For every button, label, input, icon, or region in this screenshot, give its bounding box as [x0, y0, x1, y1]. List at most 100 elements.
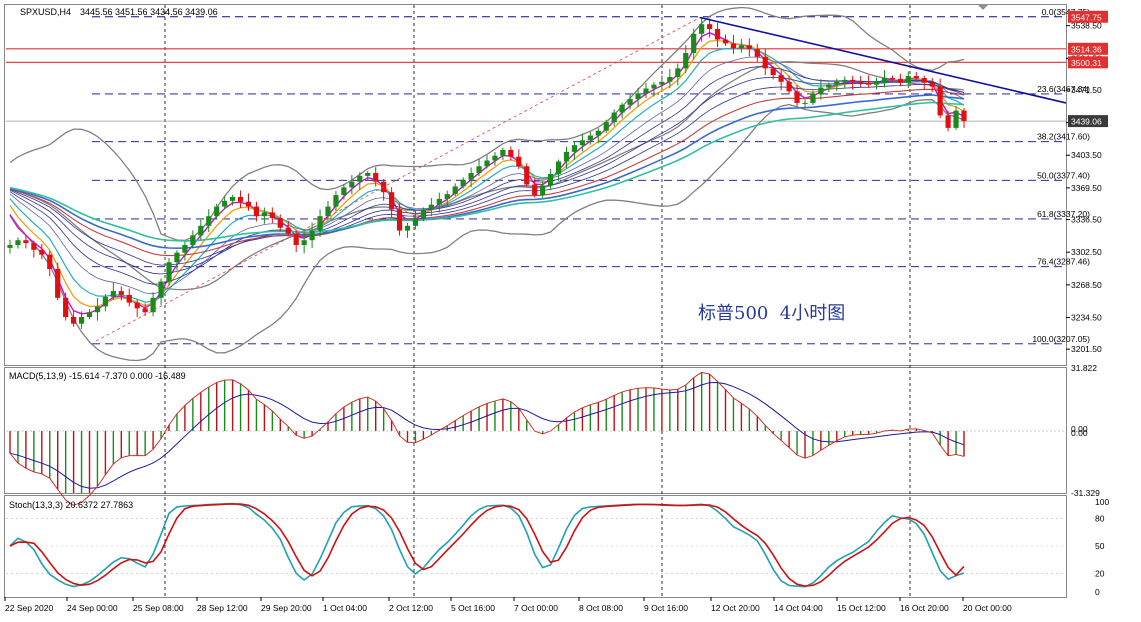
- candle-body: [889, 77, 896, 79]
- candle-body: [897, 78, 903, 83]
- stoch-tick-label: 50: [1095, 541, 1105, 551]
- candle-body: [524, 166, 530, 185]
- candle-body: [444, 194, 450, 199]
- candle-body: [873, 81, 880, 85]
- candle-body: [913, 76, 919, 78]
- candle-body: [78, 317, 85, 324]
- fib-label: 100.0(3207.05): [1032, 334, 1090, 344]
- candle-body: [301, 240, 307, 245]
- candle-body: [619, 104, 625, 113]
- time-tick-label: 12 Oct 20:00: [711, 603, 760, 613]
- candle-body: [500, 149, 506, 156]
- candle-body: [802, 102, 808, 104]
- candle-body: [325, 206, 331, 217]
- symbol-label: SPXUSD,H4: [20, 7, 71, 17]
- candle-body: [762, 56, 768, 69]
- price-tick-label: 3302.50: [1071, 247, 1102, 257]
- candle-body: [436, 198, 442, 205]
- candle-body: [253, 206, 260, 217]
- candle-body: [587, 135, 593, 141]
- candle-body: [373, 173, 379, 182]
- resistance-2-tag: 3500.31: [1071, 58, 1102, 68]
- time-tick-label: 16 Oct 20:00: [900, 603, 949, 613]
- candle-body: [516, 156, 522, 167]
- candle-body: [277, 218, 283, 228]
- candle-body: [563, 151, 570, 162]
- candle-body: [222, 200, 228, 207]
- candle-body: [412, 218, 419, 226]
- candle-body: [63, 297, 69, 317]
- candle-body: [770, 68, 776, 76]
- price-tick-label: 3234.50: [1071, 312, 1102, 322]
- candle-body: [611, 112, 617, 123]
- candle-body: [778, 75, 784, 82]
- candle-body: [460, 179, 466, 187]
- macd-tick-label: 0.00: [1071, 428, 1088, 438]
- price-tick-label: 3201.50: [1071, 344, 1102, 354]
- candle-body: [214, 206, 220, 217]
- price-tick-label: 3268.50: [1071, 280, 1102, 290]
- time-tick-label: 15 Oct 12:00: [837, 603, 886, 613]
- macd-tick-label: 31.822: [1071, 363, 1097, 373]
- candle-body: [174, 252, 180, 263]
- candle-body: [476, 166, 482, 173]
- price-tick-label: 3471.50: [1071, 85, 1102, 95]
- trading-chart[interactable]: 0.0(3547.75)23.6(3467.34)38.2(3417.60)50…: [0, 0, 1141, 622]
- fib-label: 38.2(3417.60): [1037, 132, 1090, 142]
- candle-body: [428, 204, 434, 210]
- candle-body: [126, 294, 132, 303]
- candle-body: [643, 88, 649, 94]
- ohlc-label: 3445.56 3451.56 3434.56 3439.06: [80, 7, 218, 17]
- candle-body: [540, 185, 546, 196]
- candle-body: [921, 77, 927, 83]
- candle-body: [937, 86, 943, 116]
- candle-body: [198, 225, 204, 236]
- candle-body: [555, 161, 562, 174]
- candle-body: [603, 122, 609, 131]
- candle-body: [317, 216, 323, 231]
- candle-body: [39, 249, 45, 255]
- fib-label: 50.0(3377.40): [1037, 170, 1090, 180]
- candle-body: [452, 186, 458, 195]
- candle-body: [182, 245, 188, 253]
- candle-body: [810, 94, 816, 103]
- candle-body: [818, 87, 824, 95]
- candle-body: [714, 29, 721, 40]
- time-tick-label: 9 Oct 16:00: [644, 603, 688, 613]
- candle-body: [349, 181, 355, 188]
- candle-body: [468, 173, 474, 180]
- candle-body: [15, 240, 21, 245]
- candle-body: [834, 81, 840, 85]
- candle-body: [842, 79, 848, 82]
- candle-body: [150, 297, 156, 313]
- candle-body: [102, 296, 108, 307]
- candle-body: [110, 291, 116, 297]
- candle-body: [55, 269, 61, 298]
- candle-body: [532, 184, 538, 196]
- candle-body: [579, 140, 585, 146]
- candle-body: [230, 197, 236, 201]
- price-tick-label: 3336.50: [1071, 215, 1102, 225]
- time-tick-label: 24 Sep 00:00: [67, 603, 118, 613]
- candle-body: [396, 209, 403, 231]
- time-tick-label: 29 Sep 20:00: [261, 603, 312, 613]
- time-tick-label: 7 Oct 00:00: [514, 603, 558, 613]
- candle-body: [333, 195, 339, 207]
- current-price-tag: 3439.06: [1071, 117, 1102, 127]
- time-tick-label: 5 Oct 16:00: [451, 603, 495, 613]
- candle-body: [548, 173, 554, 186]
- candle-body: [738, 45, 744, 49]
- candle-body: [190, 235, 196, 245]
- stoch-tick-label: 80: [1095, 513, 1105, 523]
- candle-body: [905, 76, 911, 83]
- candle-body: [691, 33, 697, 53]
- candle-body: [707, 24, 713, 29]
- time-tick-label: 28 Sep 12:00: [197, 603, 248, 613]
- candle-body: [699, 24, 705, 34]
- candle-body: [206, 216, 212, 226]
- stoch-tick-label: 0: [1095, 587, 1100, 597]
- time-tick-label: 14 Oct 04:00: [774, 603, 823, 613]
- candle-body: [571, 145, 578, 152]
- candle-body: [492, 155, 498, 161]
- candle-body: [961, 110, 967, 122]
